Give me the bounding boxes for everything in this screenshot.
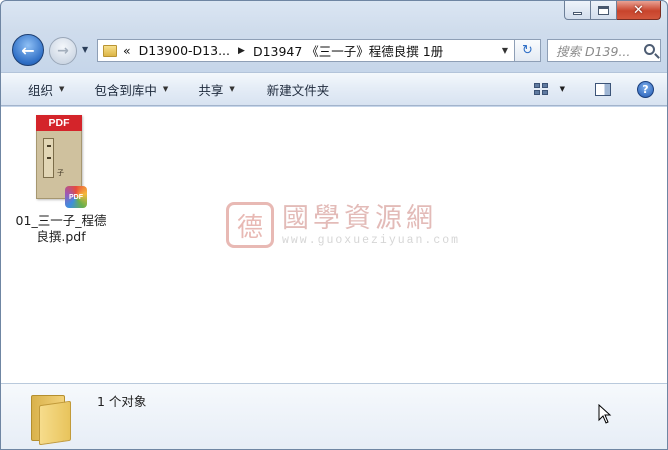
pdf-band-label: PDF: [36, 115, 82, 131]
mouse-cursor-icon: [598, 404, 612, 424]
watermark: 德 國學資源網 www.guoxueziyuan.com: [226, 202, 460, 248]
book-title-strip: [43, 138, 54, 178]
breadcrumb-separator-icon[interactable]: ▶: [238, 46, 245, 56]
change-view-button[interactable]: ▼: [533, 83, 565, 95]
organize-menu[interactable]: 组织 ▼: [28, 80, 64, 99]
folder-icon: [31, 391, 75, 446]
file-list[interactable]: PDF 子 PDF 01_三一子_程德良撰.pdf 德 國學資源網 www.gu…: [1, 107, 667, 383]
file-name[interactable]: 01_三一子_程德良撰.pdf: [14, 213, 108, 245]
new-folder-label: 新建文件夹: [266, 82, 330, 98]
include-label: 包含到库中: [94, 82, 157, 98]
breadcrumb-overflow-icon[interactable]: «: [123, 43, 131, 58]
watermark-url: www.guoxueziyuan.com: [282, 233, 461, 247]
back-button[interactable]: ←: [12, 34, 44, 66]
book-glyph: 子: [57, 169, 64, 177]
include-in-library-menu[interactable]: 包含到库中 ▼: [94, 80, 168, 99]
file-item[interactable]: PDF 子 PDF 01_三一子_程德良撰.pdf: [14, 113, 108, 249]
minimize-icon: [573, 11, 582, 15]
watermark-title: 國學資源網: [282, 202, 437, 234]
object-count: 1 个对象: [97, 394, 147, 409]
preview-pane-button[interactable]: [595, 82, 611, 96]
breadcrumb-item-current[interactable]: D13947 《三一子》程德良撰 1册: [253, 41, 443, 60]
folder-icon: [103, 44, 117, 57]
close-icon: ✕: [633, 2, 644, 18]
close-button[interactable]: ✕: [617, 1, 661, 20]
minimize-button[interactable]: [564, 1, 591, 20]
help-icon: ?: [642, 82, 649, 96]
breadcrumb-item[interactable]: D13900-D13...: [139, 43, 230, 58]
share-label: 共享: [198, 82, 224, 98]
chevron-down-icon: ▼: [229, 85, 235, 93]
watermark-seal-icon: 德: [226, 202, 274, 248]
forward-arrow-icon: →: [57, 43, 69, 59]
pdf-app-badge-icon: PDF: [65, 186, 87, 208]
navigation-bar: ← → ▼ « D13900-D13... ▶ D13947 《三一子》程德良撰…: [1, 31, 667, 71]
command-bar: 组织 ▼ 包含到库中 ▼ 共享 ▼ 新建文件夹 ▼ ?: [1, 72, 667, 106]
search-placeholder: 搜索 D139...: [556, 44, 631, 59]
address-dropdown-icon[interactable]: ▼: [502, 46, 508, 55]
maximize-icon: [598, 5, 609, 15]
maximize-button[interactable]: [591, 1, 617, 20]
caption-buttons: ✕: [564, 1, 661, 20]
address-bar[interactable]: « D13900-D13... ▶ D13947 《三一子》程德良撰 1册 ▼: [97, 39, 515, 62]
refresh-icon: ↻: [522, 43, 533, 58]
explorer-window: ✕ ← → ▼ « D13900-D13... ▶ D13947 《三一子》程德…: [0, 0, 668, 450]
organize-label: 组织: [28, 82, 54, 98]
chevron-down-icon: ▼: [59, 85, 65, 93]
view-controls: ▼ ?: [533, 73, 667, 105]
search-icon[interactable]: [644, 44, 655, 55]
chevron-down-icon: ▼: [559, 85, 565, 93]
refresh-button[interactable]: ↻: [515, 39, 541, 62]
view-icon: [533, 83, 548, 95]
recent-pages-dropdown[interactable]: ▼: [82, 45, 88, 54]
share-menu[interactable]: 共享 ▼: [198, 80, 234, 99]
forward-button[interactable]: →: [49, 37, 77, 65]
new-folder-button[interactable]: 新建文件夹: [267, 80, 330, 99]
help-button[interactable]: ?: [637, 80, 654, 98]
details-pane: 1 个对象: [1, 383, 667, 449]
chevron-down-icon: ▼: [162, 85, 169, 93]
back-arrow-icon: ←: [21, 40, 35, 60]
search-input[interactable]: 搜索 D139...: [547, 39, 661, 62]
